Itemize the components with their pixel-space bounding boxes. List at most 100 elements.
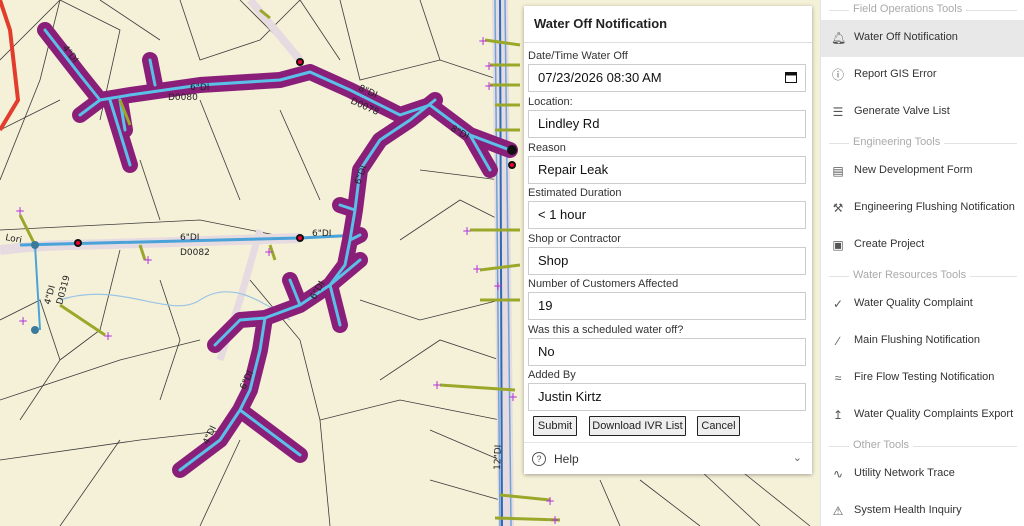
scheduled-value: No — [538, 344, 555, 359]
tool-label: Create Project — [854, 238, 925, 250]
help-label: Help — [554, 452, 579, 466]
form-icon: ▤ — [832, 164, 844, 178]
tool-fire-flow-testing[interactable]: ≈ Fire Flow Testing Notification — [821, 360, 1024, 397]
tools-sidebar: Field Operations Tools 🔔︎ Water Off Noti… — [820, 0, 1024, 526]
tool-create-project[interactable]: ▣ Create Project — [821, 227, 1024, 264]
added-by-input[interactable]: Justin Kirtz — [528, 383, 806, 411]
error-circle-icon: ⓘ — [831, 68, 844, 82]
tool-label: Fire Flow Testing Notification — [854, 371, 995, 383]
tool-water-off-notification[interactable]: 🔔︎ Water Off Notification — [821, 20, 1024, 57]
pipe-label: 6"DI — [180, 233, 199, 243]
tool-label: Engineering Flushing Notification — [854, 201, 1015, 213]
tool-new-development-form[interactable]: ▤ New Development Form — [821, 153, 1024, 190]
tool-label: Water Quality Complaints Export — [854, 408, 1014, 420]
duration-input[interactable]: < 1 hour — [528, 201, 806, 229]
svg-text:+: + — [550, 513, 560, 526]
section-field-operations: Field Operations Tools — [821, 0, 1024, 20]
shop-input[interactable]: Shop — [528, 247, 806, 275]
help-icon: ? — [532, 452, 546, 466]
trace-icon: ∿ — [832, 467, 844, 481]
wrench-icon: ⚒ — [832, 201, 844, 215]
scheduled-input[interactable]: No — [528, 338, 806, 366]
svg-text:+: + — [508, 390, 518, 404]
tool-label: Water Off Notification — [854, 31, 958, 43]
section-other: Other Tools — [821, 436, 1024, 456]
duration-value: < 1 hour — [538, 207, 587, 222]
svg-text:+: + — [432, 378, 442, 392]
bell-icon: 🔔︎ — [831, 31, 847, 45]
check-circle-icon: ✓ — [832, 297, 844, 311]
pipe-label: D0080 — [168, 93, 198, 103]
tool-main-flushing[interactable]: ∕ Main Flushing Notification — [821, 323, 1024, 360]
pipe-label: D0082 — [180, 248, 210, 258]
cancel-button[interactable]: Cancel — [697, 416, 740, 436]
download-ivr-button[interactable]: Download IVR List — [589, 416, 686, 436]
section-title: Field Operations Tools — [849, 3, 967, 15]
scheduled-label: Was this a scheduled water off? — [528, 324, 684, 336]
reason-label: Reason — [528, 142, 566, 154]
svg-text:+: + — [103, 329, 113, 343]
tool-label: Generate Valve List — [854, 105, 950, 117]
reason-value: Repair Leak — [538, 162, 609, 177]
pipe-label: 6"DI — [190, 83, 209, 93]
submit-button[interactable]: Submit — [533, 416, 577, 436]
calendar-icon[interactable] — [785, 71, 797, 83]
section-title: Water Resources Tools — [849, 269, 971, 281]
added-by-value: Justin Kirtz — [538, 389, 602, 404]
help-expander[interactable]: ? Help ⌄ — [524, 442, 812, 475]
date-time-value: 07/23/2026 08:30 AM — [538, 70, 662, 85]
tool-label: Main Flushing Notification — [854, 334, 980, 346]
list-icon: ☰ — [832, 105, 844, 119]
shop-value: Shop — [538, 253, 569, 268]
tool-label: Report GIS Error — [854, 68, 937, 80]
section-engineering: Engineering Tools — [821, 133, 1024, 153]
export-icon: ↥ — [832, 408, 844, 422]
svg-text:+: + — [264, 245, 274, 259]
reason-input[interactable]: Repair Leak — [528, 156, 806, 184]
svg-text:+: + — [143, 253, 153, 267]
warning-icon: ⚠︎ — [832, 504, 844, 518]
svg-text:+: + — [472, 262, 482, 276]
svg-text:+: + — [484, 59, 494, 73]
svg-text:+: + — [15, 204, 25, 218]
tool-generate-valve-list[interactable]: ☰ Generate Valve List — [821, 94, 1024, 131]
shop-label: Shop or Contractor — [528, 233, 621, 245]
tool-label: New Development Form — [854, 164, 973, 176]
flow-icon: ≈ — [834, 371, 842, 385]
location-label: Location: — [528, 96, 573, 108]
tool-label: Water Quality Complaint — [854, 297, 973, 309]
svg-text:+: + — [493, 279, 503, 293]
section-title: Other Tools — [849, 439, 914, 451]
section-title: Engineering Tools — [849, 136, 945, 148]
water-off-form-panel: Water Off Notification Date/Time Water O… — [524, 6, 812, 474]
tool-utility-network-trace[interactable]: ∿ Utility Network Trace — [821, 456, 1024, 493]
date-time-input[interactable]: 07/23/2026 08:30 AM — [528, 64, 806, 92]
chevron-down-icon[interactable]: ⌄ — [793, 451, 802, 464]
tool-report-gis-error[interactable]: ⓘ Report GIS Error — [821, 57, 1024, 94]
svg-text:+: + — [484, 79, 494, 93]
folder-icon: ▣ — [832, 238, 844, 252]
customers-value: 19 — [538, 298, 553, 313]
svg-text:+: + — [545, 494, 555, 508]
svg-text:+: + — [462, 224, 472, 238]
tool-water-quality-complaint[interactable]: ✓ Water Quality Complaint — [821, 286, 1024, 323]
section-water-resources: Water Resources Tools — [821, 266, 1024, 286]
tool-water-quality-export[interactable]: ↥ Water Quality Complaints Export — [821, 397, 1024, 434]
duration-label: Estimated Duration — [528, 187, 622, 199]
tool-label: System Health Inquiry — [854, 504, 962, 516]
tool-system-health-inquiry[interactable]: ⚠︎ System Health Inquiry — [821, 493, 1024, 526]
customers-input[interactable]: 19 — [528, 292, 806, 320]
tool-engineering-flushing[interactable]: ⚒ Engineering Flushing Notification — [821, 190, 1024, 227]
tool-label: Utility Network Trace — [854, 467, 955, 479]
location-input[interactable]: Lindley Rd — [528, 110, 806, 138]
form-title: Water Off Notification — [524, 6, 812, 43]
date-time-label: Date/Time Water Off — [528, 50, 628, 62]
hose-icon: ∕ — [836, 334, 839, 348]
pipe-label: 6"DI — [312, 229, 331, 239]
location-value: Lindley Rd — [538, 116, 600, 131]
svg-text:+: + — [18, 314, 28, 328]
customers-label: Number of Customers Affected — [528, 278, 679, 290]
pipe-label: 12"DI — [493, 445, 504, 471]
svg-text:+: + — [478, 34, 488, 48]
added-by-label: Added By — [528, 369, 576, 381]
